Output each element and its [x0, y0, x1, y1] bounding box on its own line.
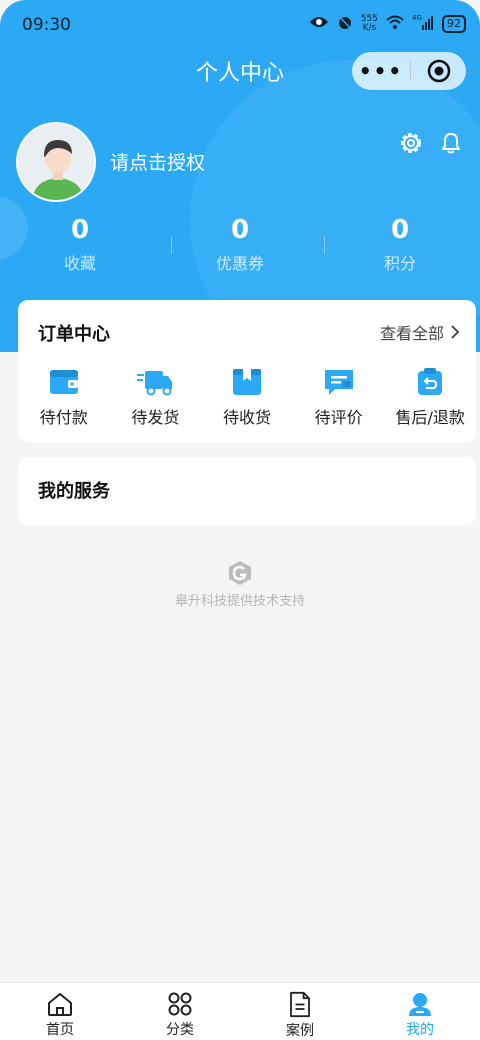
tab-label: 案例 — [286, 1023, 314, 1039]
stat-value: 0 — [390, 215, 410, 245]
tab-label: 我的 — [406, 1022, 434, 1038]
order-pending-shipment[interactable]: 待发货 — [110, 366, 202, 428]
stat-label: 优惠券 — [215, 254, 264, 273]
stat-label: 积分 — [383, 254, 416, 273]
miniprogram-capsule: ••• — [352, 52, 466, 90]
tab-mine[interactable]: 我的 — [360, 983, 480, 1040]
tab-label: 首页 — [46, 1022, 74, 1038]
bottom-tab-bar: 首页 分类 案例 我的 — [0, 982, 480, 1040]
alarm-off-icon — [337, 14, 353, 33]
stat-points[interactable]: 0 积分 — [320, 212, 480, 274]
my-services-card: 我的服务 — [18, 457, 476, 525]
target-icon — [427, 59, 450, 83]
view-all-label: 查看全部 — [379, 324, 444, 343]
view-all-orders-link[interactable]: 查看全部 — [380, 320, 460, 344]
stats-row: 0 收藏 0 优惠券 0 积分 — [0, 212, 480, 274]
tab-label: 分类 — [166, 1022, 194, 1038]
wallet-icon — [18, 366, 110, 398]
stat-label: 收藏 — [63, 254, 96, 273]
order-pending-review[interactable]: 待评价 — [293, 366, 385, 428]
refund-icon — [384, 366, 476, 398]
network-type: 4G — [412, 14, 422, 22]
stat-divider — [171, 236, 172, 254]
notification-button[interactable] — [438, 130, 464, 160]
status-bar: 09:30 555 K/s 4G 92 — [0, 0, 480, 50]
tech-support-footer: 皋升科技提供技术支持 — [0, 560, 480, 609]
stat-value: 0 — [230, 215, 250, 245]
order-item-label: 待发货 — [131, 408, 180, 427]
wifi-icon — [386, 15, 404, 32]
order-pending-payment[interactable]: 待付款 — [18, 366, 110, 428]
eye-icon — [309, 15, 329, 32]
order-item-label: 待评价 — [314, 408, 363, 427]
network-speed: 555 K/s — [360, 13, 378, 33]
battery-icon: 92 — [442, 14, 466, 33]
grid-icon — [168, 992, 192, 1016]
order-item-label: 售后/退款 — [395, 408, 465, 427]
signal-icon: 4G — [412, 14, 434, 33]
authorize-login-link[interactable]: 请点击授权 — [110, 148, 205, 175]
stat-coupons[interactable]: 0 优惠券 — [160, 212, 320, 274]
home-icon — [48, 993, 72, 1016]
more-menu-button[interactable]: ••• — [352, 59, 410, 83]
close-miniprogram-button[interactable] — [411, 59, 466, 83]
bell-icon — [442, 133, 460, 154]
order-center-card: 订单中心 查看全部 待付款 待发货 待收货 待评价 售后/退款 — [18, 300, 476, 442]
package-box-icon — [201, 366, 293, 398]
chevron-right-icon — [451, 325, 460, 339]
order-center-title: 订单中心 — [38, 324, 110, 345]
avatar[interactable] — [16, 122, 96, 202]
order-item-label: 待付款 — [39, 408, 88, 427]
settings-button[interactable] — [398, 130, 424, 160]
company-logo-icon — [0, 560, 480, 586]
tab-category[interactable]: 分类 — [120, 983, 240, 1040]
status-time: 09:30 — [22, 15, 71, 35]
order-item-label: 待收货 — [222, 408, 271, 427]
order-pending-receipt[interactable]: 待收货 — [201, 366, 293, 428]
delivery-truck-icon — [110, 366, 202, 398]
tech-support-text: 皋升科技提供技术支持 — [174, 594, 305, 609]
stat-favorites[interactable]: 0 收藏 — [0, 212, 160, 274]
stat-divider — [324, 236, 325, 254]
gear-icon — [401, 133, 421, 153]
comment-icon — [293, 366, 385, 398]
stat-value: 0 — [70, 215, 90, 245]
my-services-title: 我的服务 — [38, 481, 110, 502]
document-icon — [290, 991, 310, 1018]
tab-cases[interactable]: 案例 — [240, 983, 360, 1040]
user-icon — [409, 993, 431, 1016]
order-after-sales-refund[interactable]: 售后/退款 — [384, 366, 476, 428]
tab-home[interactable]: 首页 — [0, 983, 120, 1040]
